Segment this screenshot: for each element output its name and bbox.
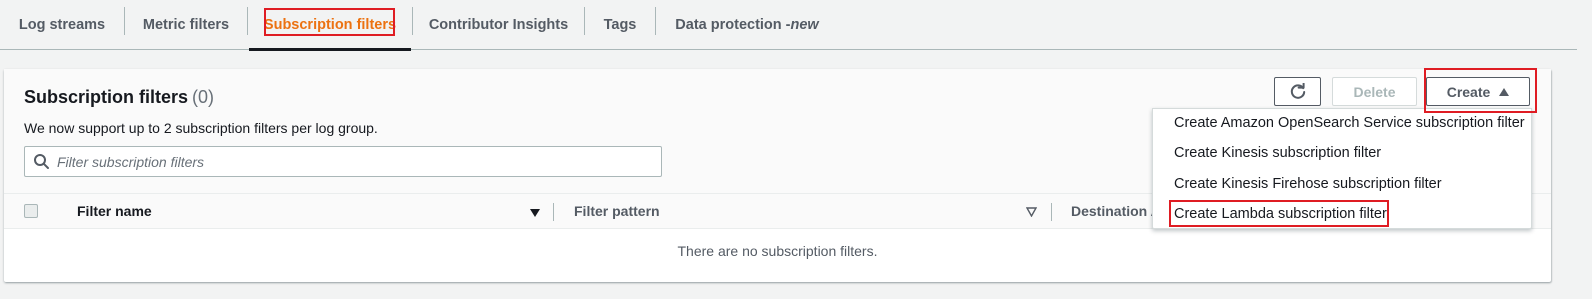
column-resizer[interactable] xyxy=(553,203,554,221)
new-badge: new xyxy=(790,17,819,33)
tab-contributor-insights[interactable]: Contributor Insights xyxy=(413,0,584,50)
tab-data-protection-label: Data protection - xyxy=(675,17,791,33)
create-button-label: Create xyxy=(1446,83,1491,100)
create-dropdown-menu: Create Amazon OpenSearch Service subscri… xyxy=(1152,108,1532,229)
column-header-destination[interactable]: Destination A xyxy=(1071,203,1161,219)
tab-separator xyxy=(247,7,248,35)
refresh-button[interactable] xyxy=(1274,77,1321,106)
sort-descending-icon[interactable] xyxy=(530,209,540,217)
tab-tags[interactable]: Tags xyxy=(585,0,655,50)
filter-count: (0) xyxy=(192,87,215,107)
sort-icon[interactable] xyxy=(1026,207,1037,217)
menu-item-create-kinesis-filter[interactable]: Create Kinesis subscription filter xyxy=(1174,145,1381,161)
tab-bar: Log streams Metric filters Subscription … xyxy=(0,0,1577,51)
tab-subscription-filters[interactable]: Subscription filters xyxy=(249,0,411,51)
search-input[interactable] xyxy=(55,148,655,175)
menu-item-create-opensearch-filter[interactable]: Create Amazon OpenSearch Service subscri… xyxy=(1174,115,1525,131)
search-icon xyxy=(34,154,49,169)
column-resizer[interactable] xyxy=(1051,203,1052,221)
tab-log-streams[interactable]: Log streams xyxy=(0,0,124,50)
panel-title-text: Subscription filters xyxy=(24,87,189,107)
empty-state-text: There are no subscription filters. xyxy=(677,243,878,259)
column-header-filter-name[interactable]: Filter name xyxy=(77,203,152,219)
panel-description: We now support up to 2 subscription filt… xyxy=(24,120,378,136)
select-all-checkbox[interactable] xyxy=(24,204,38,218)
menu-item-create-lambda-filter[interactable]: Create Lambda subscription filter xyxy=(1174,206,1387,222)
tab-data-protection[interactable]: Data protection - new xyxy=(657,0,837,50)
tab-separator xyxy=(655,7,656,35)
menu-item-create-firehose-filter[interactable]: Create Kinesis Firehose subscription fil… xyxy=(1174,176,1442,192)
column-header-filter-pattern[interactable]: Filter pattern xyxy=(574,203,660,219)
search-box xyxy=(24,146,662,177)
caret-up-icon xyxy=(1499,87,1510,96)
panel-title: Subscription filters (0) xyxy=(24,87,214,108)
refresh-icon xyxy=(1290,82,1305,99)
create-button[interactable]: Create xyxy=(1426,77,1530,106)
tab-metric-filters[interactable]: Metric filters xyxy=(125,0,247,50)
delete-button[interactable]: Delete xyxy=(1332,77,1417,106)
